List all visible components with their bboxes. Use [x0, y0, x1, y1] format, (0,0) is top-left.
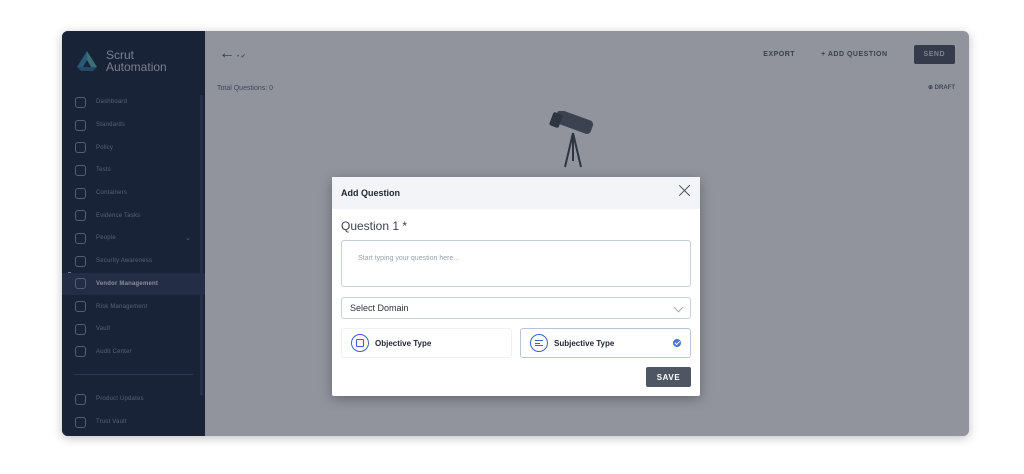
- close-icon[interactable]: [678, 184, 692, 198]
- modal-title: Add Question: [341, 188, 400, 198]
- check-circle-icon: [673, 339, 681, 347]
- objective-type-option[interactable]: Objective Type: [341, 328, 512, 358]
- save-button[interactable]: SAVE: [646, 367, 691, 387]
- objective-type-label: Objective Type: [375, 338, 432, 348]
- modal-header: Add Question: [332, 177, 700, 209]
- subjective-type-option[interactable]: Subjective Type: [520, 328, 691, 358]
- domain-select-value: Select Domain: [350, 303, 409, 313]
- chevron-down-icon: [673, 302, 684, 313]
- domain-select[interactable]: Select Domain: [341, 297, 691, 319]
- subjective-type-icon: [530, 334, 548, 352]
- question-input[interactable]: [341, 240, 691, 287]
- objective-type-icon: [351, 334, 369, 352]
- question-label: Question 1 *: [341, 219, 408, 233]
- add-question-modal: Add Question Question 1 * Select Domain …: [332, 177, 700, 396]
- subjective-type-label: Subjective Type: [554, 338, 615, 348]
